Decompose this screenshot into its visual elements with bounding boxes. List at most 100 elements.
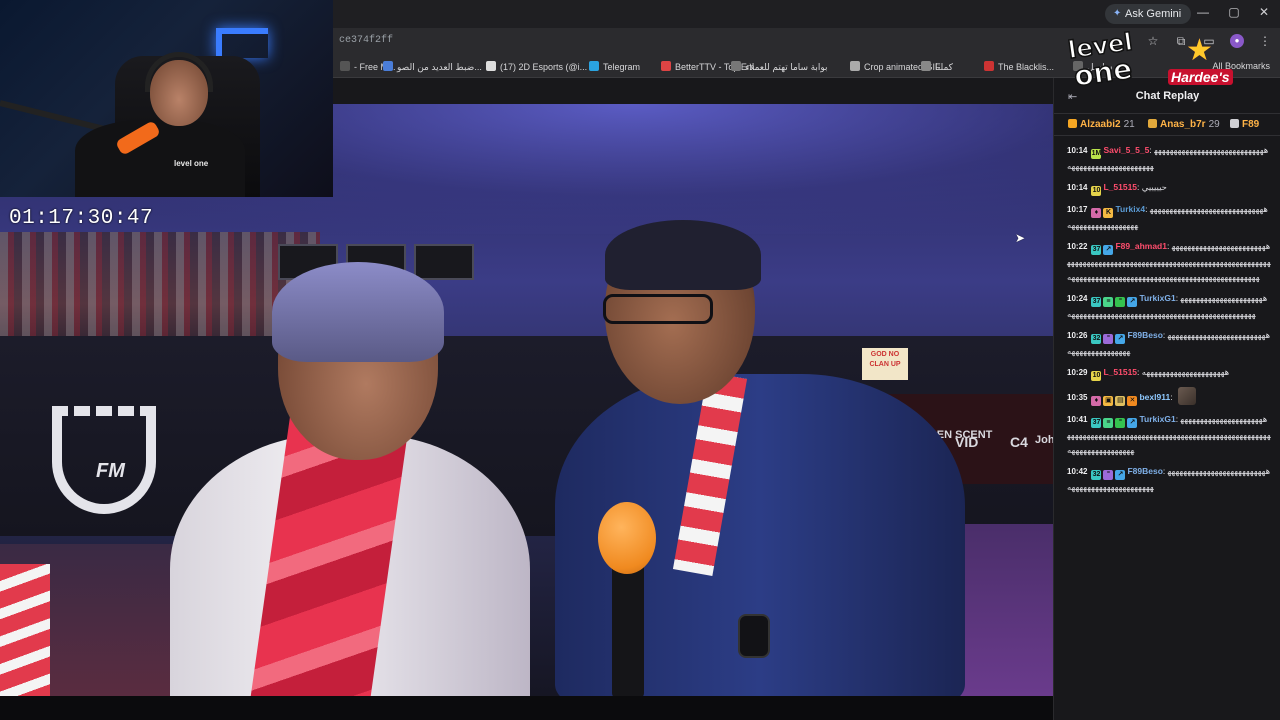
bookmark-favicon-icon <box>850 61 860 71</box>
menu-kebab-icon[interactable]: ⋮ <box>1258 34 1272 48</box>
leader-badge-icon <box>1230 119 1239 128</box>
chat-message-text: هههههههههههههههههههههه <box>1141 367 1230 377</box>
bookmark-item[interactable]: بوابة ساما تهتم للعملاء <box>731 61 828 73</box>
chat-message[interactable]: 10:14 1M Savi_5_5_5: ههههههههههههههههههههه… <box>1054 140 1280 177</box>
chat-username[interactable]: TurkixG1 <box>1139 293 1175 303</box>
star-icon: ★ <box>1186 34 1213 67</box>
message-timestamp: 10:35 <box>1067 393 1088 402</box>
stream-screen: ✦ Ask Gemini — ▢ ✕ ce374f2ff ☆ ⧉ ▭ ● ⋮ -… <box>0 0 1280 720</box>
leader-badge-icon <box>1148 119 1157 128</box>
chat-badge-icon: ♦ <box>1091 208 1102 218</box>
chat-badge-icon: ≡ <box>1103 418 1114 428</box>
level-one-logo-line2: one <box>1071 51 1135 93</box>
chat-message[interactable]: 10:29 10 L_51515: هههههههههههههههههههههه <box>1054 362 1280 384</box>
bookmark-favicon-icon <box>589 61 599 71</box>
bookmark-item[interactable]: Telegram <box>589 61 640 72</box>
minimize-button[interactable]: — <box>1196 5 1210 19</box>
bookmark-item[interactable]: (17) 2D Esports (@i... <box>486 61 587 72</box>
chat-username[interactable]: L_51515 <box>1103 367 1137 377</box>
chat-badge-icon: 10 <box>1091 371 1102 381</box>
chat-badge-icon: 37 <box>1091 245 1102 255</box>
chat-badge-icon: ≡ <box>1103 297 1114 307</box>
chat-message[interactable]: 10:42 32 ⁼ ↗ F89Beso: هههههههههههههههههههههه… <box>1054 461 1280 498</box>
message-timestamp: 10:17 <box>1067 205 1088 214</box>
bookmark-favicon-icon <box>984 61 994 71</box>
close-window-button[interactable]: ✕ <box>1257 5 1271 19</box>
message-timestamp: 10:41 <box>1067 415 1088 424</box>
chat-badge-icon: K <box>1103 208 1114 218</box>
leaderboard-entry[interactable]: F89 <box>1230 119 1262 130</box>
page-strip <box>333 78 1053 104</box>
chat-badge-icon: 37 <box>1091 418 1102 428</box>
leader-count: 29 <box>1208 119 1220 130</box>
bookmark-item[interactable]: كملنا <box>921 61 953 73</box>
message-timestamp: 10:14 <box>1067 183 1088 192</box>
leaderboard-entry[interactable]: Alzaabi2 21 <box>1068 119 1135 130</box>
fan-sign: GOD NO CLAN UP <box>862 348 908 380</box>
stream-timer: 01:17:30:47 <box>9 207 154 230</box>
leader-count: 21 <box>1123 119 1135 130</box>
message-timestamp: 10:22 <box>1067 242 1088 251</box>
chat-message[interactable]: 10:14 10 L_51515: حيييييي <box>1054 177 1280 199</box>
chat-username[interactable]: F89Beso <box>1127 466 1162 476</box>
chat-username[interactable]: F89Beso <box>1127 330 1162 340</box>
bookmark-favicon-icon <box>661 61 671 71</box>
hardees-logo-text: Hardee's <box>1168 69 1233 85</box>
chat-message[interactable]: 10:24 37 ≡ ⁼ ↗ TurkixG1: هههههههههههههههههههه… <box>1054 288 1280 325</box>
microphone-handle <box>612 559 644 696</box>
chat-username[interactable]: Savi_5_5_5 <box>1103 145 1149 155</box>
chat-message[interactable]: 10:41 37 ≡ ⁼ ↗ TurkixG1: هههههههههههههههههههه… <box>1054 409 1280 461</box>
chat-message-text: حيييييي <box>1141 182 1168 192</box>
message-timestamp: 10:42 <box>1067 467 1088 476</box>
bookmark-label: The Blacklis... <box>998 62 1055 72</box>
chat-username[interactable]: Turkix4 <box>1115 204 1145 214</box>
bookmark-item[interactable]: The Blacklis... <box>984 61 1054 72</box>
bookmark-favicon-icon <box>486 61 496 71</box>
ask-gemini-button[interactable]: ✦ Ask Gemini <box>1105 4 1192 24</box>
sponsor-c4: C4 <box>1010 434 1028 450</box>
message-timestamp: 10:24 <box>1067 294 1088 303</box>
chat-username[interactable]: TurkixG1 <box>1139 414 1175 424</box>
maximize-button[interactable]: ▢ <box>1227 5 1241 19</box>
chat-message[interactable]: 10:26 32 ⁼ ↗ F89Beso: هههههههههههههههههههههه… <box>1054 325 1280 362</box>
chat-badge-icon: 37 <box>1091 297 1102 307</box>
chat-username[interactable]: F89_ahmad1 <box>1115 241 1167 251</box>
smartwatch-icon <box>738 614 770 658</box>
chat-emote-icon <box>1177 387 1196 405</box>
bookmark-label: ضبط العديد من الصو... <box>397 62 482 72</box>
neon-light <box>216 28 268 58</box>
interviewer-hair <box>605 220 761 290</box>
chat-message[interactable]: 10:35 ♦ ▣ ▤ ✕ bexl911: <box>1054 384 1280 409</box>
chat-username[interactable]: L_51515 <box>1103 182 1137 192</box>
video-bottom-strip <box>0 696 1053 720</box>
chat-username[interactable]: bexl911 <box>1139 392 1170 402</box>
ask-gemini-label: Ask Gemini <box>1125 8 1182 20</box>
chat-message[interactable]: 10:17 ♦ K Turkix4: هههههههههههههههههههههههه… <box>1054 199 1280 236</box>
bookmark-favicon-icon <box>340 61 350 71</box>
bookmark-label: Telegram <box>603 62 641 72</box>
chat-badge-icon: ✕ <box>1127 396 1138 406</box>
bookmark-star-icon[interactable]: ☆ <box>1146 34 1160 48</box>
chat-badge-icon: ⁼ <box>1103 470 1114 480</box>
bookmark-item[interactable]: ضبط العديد من الصو... <box>383 61 482 73</box>
bookmark-label: (17) 2D Esports (@i... <box>500 62 588 72</box>
streamer-body <box>75 120 245 197</box>
message-timestamp: 10:29 <box>1067 368 1088 377</box>
bookmark-favicon-icon <box>921 61 931 71</box>
bookmark-favicon-icon <box>383 61 393 71</box>
sponsor-vid: VID <box>955 434 979 450</box>
leader-name: F89 <box>1242 119 1260 130</box>
chat-badge-icon: ▤ <box>1115 396 1126 406</box>
glasses-icon <box>603 294 713 324</box>
leader-name: Anas_b7r <box>1160 119 1206 130</box>
url-text: ce374f2ff <box>339 35 394 46</box>
leader-badge-icon <box>1068 119 1077 128</box>
leaderboard-entry[interactable]: Anas_b7r 29 <box>1148 119 1220 130</box>
chat-badge-icon: ⁼ <box>1115 297 1126 307</box>
chat-message[interactable]: 10:22 37 ↗ F89_ahmad1: هههههههههههههههههههه… <box>1054 236 1280 288</box>
gemini-spark-icon: ✦ <box>1113 8 1122 19</box>
bookmark-label: كملنا <box>935 62 953 72</box>
shirt-logo: level one <box>174 159 209 168</box>
ufm-logo-text: FM <box>96 460 125 482</box>
sponsor-joh: Joh <box>1035 434 1053 446</box>
